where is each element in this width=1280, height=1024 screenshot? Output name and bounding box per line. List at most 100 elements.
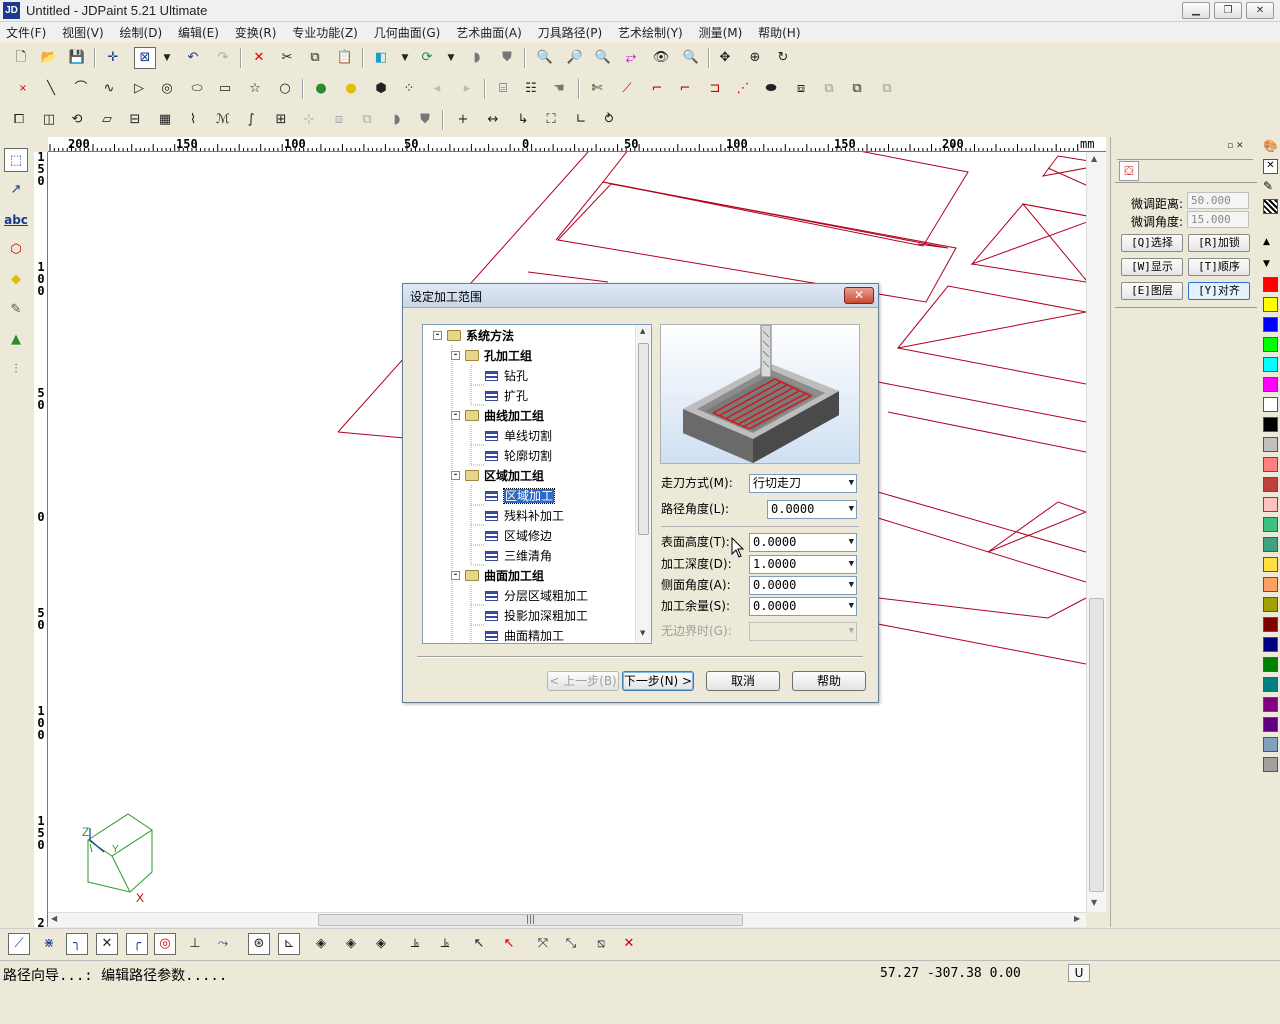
method-tree[interactable]: - 系统方法 - 孔加工组 钻孔 扩孔 - 曲线加工组 单线切割 轮廓切割 - 区域加工组 区域加工 残料… [422,324,652,644]
menu-art-draw[interactable]: 艺术绘制(Y) [612,22,689,41]
stack-icon[interactable]: ⧉ [356,109,378,131]
tree-item[interactable]: 区域修边 [485,527,552,545]
light-yellow-icon[interactable]: ● [340,78,362,100]
shade-half-icon[interactable]: ◗ [386,109,408,131]
angle-dim-icon[interactable]: ↳ [512,109,534,131]
select-dropdown-icon[interactable]: ▼ [156,47,178,69]
menu-draw[interactable]: 绘制(D) [114,22,169,41]
shield2-icon[interactable]: ⛊ [414,109,436,131]
snap-endpoint-icon[interactable]: ⟋ [8,933,30,955]
color-swatch[interactable] [1263,577,1278,592]
copy-icon[interactable]: ⧉ [304,47,326,69]
explode-icon[interactable]: ⊹ [298,109,320,131]
palette-brush-icon[interactable]: 🎨 [1263,139,1278,153]
eye-view-icon[interactable]: 👁 [650,47,672,69]
snap-diamond1-icon[interactable]: ◈ [310,933,332,955]
menu-transform[interactable]: 变换(R) [229,22,283,41]
node-select-icon[interactable]: ⬢ [370,78,392,100]
paste-icon[interactable]: 📋 [334,47,356,69]
zoom-out-icon[interactable]: 🔎 [564,47,586,69]
menu-help[interactable]: 帮助(H) [752,22,806,41]
tree-item[interactable]: 扩孔 [485,387,528,405]
color-swatch[interactable] [1263,717,1278,732]
tree-group[interactable]: - 曲面加工组 [451,567,544,585]
rotate-view-icon[interactable]: ⟳ [416,47,438,69]
vertical-scrollbar[interactable]: ▲ ▼ [1086,152,1106,912]
offset-rect-icon[interactable]: ⧈ [790,78,812,100]
color-swatch[interactable] [1263,637,1278,652]
snap-align1-icon[interactable]: ⫡ [404,933,426,955]
plus-icon[interactable]: + [452,109,474,131]
scroll-left-icon[interactable]: ◀ [51,914,57,923]
cut-mode-select[interactable]: 行切走刀 ▼ [749,474,857,493]
tree-scroll-thumb[interactable] [638,343,649,535]
horizontal-scroll-thumb[interactable]: ||| [318,914,743,926]
layer-dropdown-icon[interactable]: ▼ [394,47,416,69]
zoom-all-icon[interactable]: ⥂ [620,47,642,69]
color-swatch[interactable] [1263,317,1278,332]
scroll-up-icon[interactable]: ▲ [1091,154,1097,163]
snap-tangent-icon[interactable]: ╭ [126,933,148,955]
zoom-in-icon[interactable]: 🔍 [592,47,614,69]
menu-pro[interactable]: 专业功能(Z) [286,22,364,41]
offset-curve-icon[interactable]: ⋰ [732,78,754,100]
menu-edit[interactable]: 编辑(E) [172,22,225,41]
new-file-icon[interactable]: 🗋 [10,47,32,69]
corner-icon[interactable]: ⊐ [704,78,726,100]
shield-icon[interactable]: ⛊ [496,47,518,69]
slot-icon[interactable]: ⬬ [760,78,782,100]
slant-icon[interactable]: ▱ [96,109,118,131]
tree-expander-icon[interactable]: - [451,571,460,580]
snap-grid-icon[interactable]: ⊛ [248,933,270,955]
order-button[interactable]: [T]顺序 [1188,258,1250,276]
mirror-icon[interactable]: ◫ [38,109,60,131]
select-box-icon[interactable]: ⊠ [134,47,156,69]
tree-group[interactable]: - 系统方法 [433,327,514,345]
wrap-icon[interactable]: ⌇ [182,109,204,131]
snap-cursor1-icon[interactable]: ↖ [468,933,490,955]
palette-down-icon[interactable]: ▼ [1263,259,1270,269]
light-green-icon[interactable]: ● [310,78,332,100]
menu-toolpath[interactable]: 刀具路径(P) [532,22,609,41]
snap-center-icon[interactable]: ◎ [154,933,176,955]
tree-expander-icon[interactable]: - [433,331,442,340]
color-swatch[interactable] [1263,597,1278,612]
ellipse-icon[interactable]: ⬭ [186,78,208,100]
tree-item[interactable]: 单线切割 [485,427,552,445]
panel-pin-icon[interactable]: ▫ ✕ [1227,141,1244,151]
zoom-fit-icon[interactable]: 🔍 [680,47,702,69]
node-edit-icon[interactable]: ⁘ [398,78,420,100]
delete-icon[interactable]: ✕ [248,47,270,69]
lock-button[interactable]: [R]加锁 [1188,234,1250,252]
palette-up-icon[interactable]: ▲ [1263,237,1270,247]
snap-diamond2-icon[interactable]: ◈ [340,933,362,955]
menu-geometry-surface[interactable]: 几何曲面(G) [368,22,447,41]
select-tool-icon[interactable]: ⬚ [4,148,28,172]
horizontal-scrollbar[interactable]: ◀ ||| ▶ [48,912,1086,927]
scroll-down-icon[interactable]: ▼ [1091,898,1097,907]
magnify-icon[interactable]: ⊕ [744,47,766,69]
group-icon[interactable]: ⧉ [818,78,840,100]
arrow-left-icon[interactable]: ◂ [426,78,448,100]
snap-diamond3-icon[interactable]: ◈ [370,933,392,955]
chamfer-icon[interactable]: ⌐ [674,78,696,100]
color-swatch[interactable] [1263,677,1278,692]
pan-icon[interactable]: ✥ [714,47,736,69]
tree-expander-icon[interactable]: - [451,351,460,360]
node-tool-icon[interactable]: ↗ [4,178,28,202]
tree-item[interactable]: 残料补加工 [485,507,564,525]
tree-scrollbar[interactable]: ▲ ▼ [635,325,651,643]
trim-icon[interactable]: ✄ [586,78,608,100]
tree-group[interactable]: - 曲线加工组 [451,407,544,425]
array-icon[interactable]: ▦ [154,109,176,131]
ungroup-icon[interactable]: ⧉ [846,78,868,100]
align-icon[interactable]: ⧠ [8,109,30,131]
text-path-icon[interactable]: ℳ [212,109,234,131]
open-file-icon[interactable]: 📂 [38,47,60,69]
close-button[interactable]: ✕ [1246,2,1274,19]
arc-icon[interactable]: ⌒ [70,78,92,100]
align-button[interactable]: [Y]对齐 [1188,282,1250,300]
line-icon[interactable]: ╲ [40,78,62,100]
grid-text-icon[interactable]: ☷ [520,78,542,100]
side-angle-field[interactable]: 0.0000 ▼ [749,576,857,595]
